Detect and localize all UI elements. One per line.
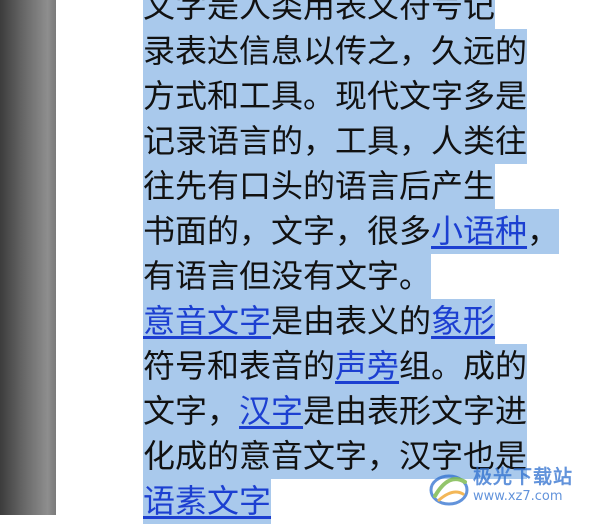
- text-line[interactable]: 方式和工具。现代文字多是: [143, 74, 543, 119]
- selection-highlight[interactable]: 录表达信息以传之，久远的: [143, 29, 528, 74]
- selection-highlight[interactable]: 有语言但没有文字。: [143, 254, 432, 299]
- hyperlink[interactable]: 象形: [431, 302, 495, 340]
- text-run: 录表达信息以传之，久远的: [143, 32, 528, 70]
- hyperlink[interactable]: 汉字: [239, 392, 303, 430]
- hyperlink[interactable]: 意音文字: [143, 302, 271, 340]
- selection-highlight[interactable]: 文字，汉字是由表形文字进: [143, 389, 528, 434]
- text-line[interactable]: 符号和表音的声旁组。成的: [143, 344, 543, 389]
- selection-highlight[interactable]: 记录语言的，工具，人类往: [143, 119, 528, 164]
- selection-highlight[interactable]: 方式和工具。现代文字多是: [143, 74, 528, 119]
- text-line[interactable]: 录表达信息以传之，久远的: [143, 29, 543, 74]
- workspace-gutter: [0, 0, 56, 515]
- text-run: 文字是人类用表义符号记: [143, 0, 496, 25]
- text-line[interactable]: 文字，汉字是由表形文字进: [143, 389, 543, 434]
- watermark-title: 极光下载站: [473, 466, 574, 488]
- selection-highlight[interactable]: 语素文字: [143, 479, 272, 524]
- site-watermark: 极光下载站 www.xz7.com: [427, 462, 587, 512]
- text-run: 书面的，文字，很多: [143, 212, 432, 250]
- text-line[interactable]: 书面的，文字，很多小语种，: [143, 209, 560, 254]
- text-line[interactable]: 有语言但没有文字。: [143, 254, 543, 299]
- text-run: 符号和表音的: [143, 347, 336, 385]
- text-run: 组。成的: [399, 347, 528, 385]
- aurora-logo-icon: [429, 474, 469, 506]
- text-run: ，: [527, 212, 560, 250]
- text-line[interactable]: 意音文字是由表义的象形: [143, 299, 543, 344]
- selection-highlight[interactable]: 书面的，文字，很多小语种，: [143, 209, 560, 254]
- selection-highlight[interactable]: 文字是人类用表义符号记: [143, 0, 496, 29]
- text-run: 是由表形文字进: [303, 392, 528, 430]
- text-run: 记录语言的，工具，人类往: [143, 122, 528, 160]
- text-run: 文字，: [143, 392, 240, 430]
- text-run: 往先有口头的语言后产生: [143, 167, 496, 205]
- document-text-body[interactable]: 文字是人类用表义符号记录表达信息以传之，久远的 方式和工具。现代文字多是 记录语言的…: [143, 0, 560, 524]
- hyperlink[interactable]: 声旁: [335, 347, 399, 385]
- text-line[interactable]: 记录语言的，工具，人类往: [143, 119, 543, 164]
- selection-highlight[interactable]: 往先有口头的语言后产生: [143, 164, 496, 209]
- text-line[interactable]: 往先有口头的语言后产生: [143, 164, 543, 209]
- watermark-url: www.xz7.com: [473, 489, 563, 504]
- selection-highlight[interactable]: 符号和表音的声旁组。成的: [143, 344, 528, 389]
- hyperlink[interactable]: 小语种: [431, 212, 527, 250]
- text-run: 方式和工具。现代文字多是: [143, 77, 528, 115]
- hyperlink[interactable]: 语素文字: [143, 482, 271, 520]
- text-line[interactable]: 文字是人类用表义符号记: [143, 0, 543, 29]
- selection-highlight[interactable]: 意音文字是由表义的象形: [143, 299, 496, 344]
- text-run: 有语言但没有文字。: [143, 257, 432, 295]
- text-run: 是由表义的: [271, 302, 432, 340]
